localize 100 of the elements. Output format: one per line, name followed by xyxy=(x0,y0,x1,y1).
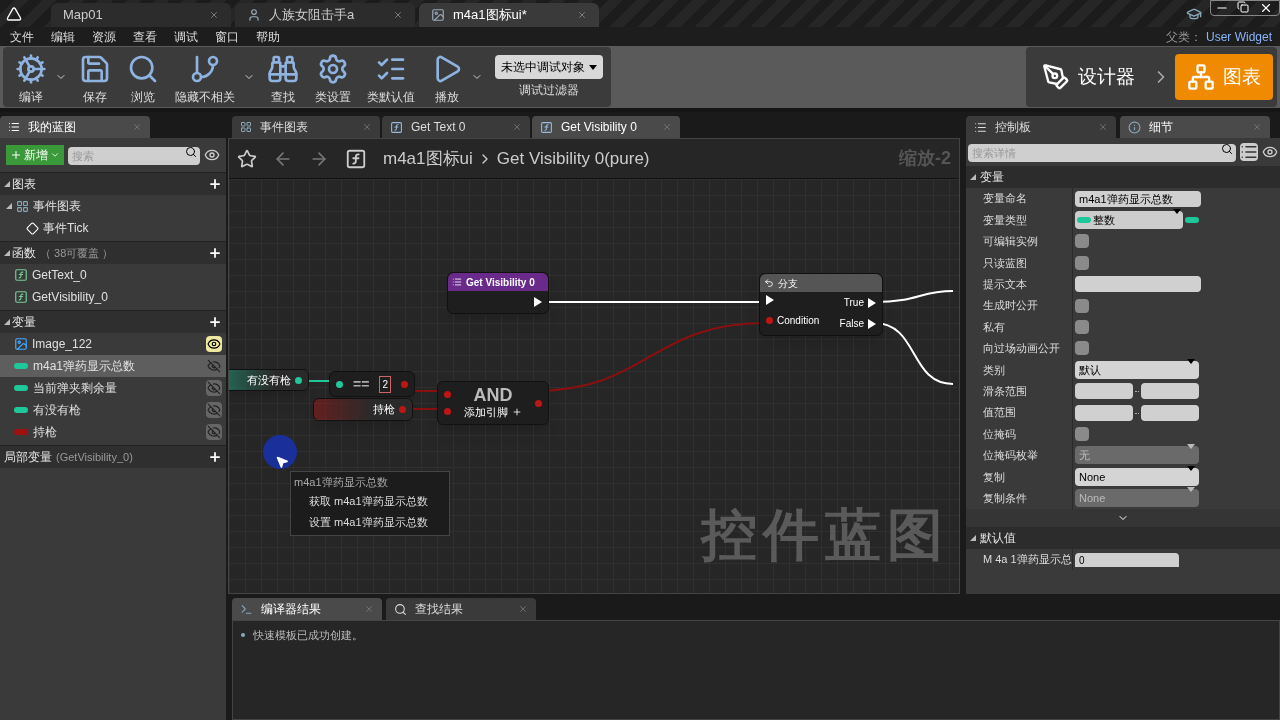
expand-arrow-icon[interactable] xyxy=(4,250,10,256)
range-min-field[interactable] xyxy=(1075,404,1133,421)
tree-item[interactable]: m4a1弹药显示总数 xyxy=(0,355,226,377)
menu-item[interactable]: 调试 xyxy=(174,27,198,46)
function-entry-node[interactable]: Get Visibility 0 xyxy=(447,272,549,314)
menu-item[interactable]: 资源 xyxy=(92,27,116,46)
menu-item[interactable]: 帮助 xyxy=(256,27,280,46)
variable-node[interactable]: 有没有枪 xyxy=(229,369,309,391)
search-icon[interactable] xyxy=(185,146,197,158)
and-node[interactable]: AND 添加引脚 xyxy=(437,381,549,425)
toolbar-button[interactable]: 播放 xyxy=(423,48,471,106)
panel-tab[interactable]: 细节 xyxy=(1120,116,1270,138)
debug-object-select[interactable]: 未选中调试对象 xyxy=(495,55,603,79)
toolbar-button[interactable]: 浏览 xyxy=(119,48,167,106)
panel-tab[interactable]: Get Visibility 0 xyxy=(532,116,680,138)
section-header[interactable]: 函数 （ 38可覆盖 ） xyxy=(0,242,226,264)
document-tab[interactable]: Map01 xyxy=(51,3,231,27)
favorite-star-icon[interactable] xyxy=(237,148,257,169)
expand-arrow-icon[interactable] xyxy=(4,319,10,325)
context-menu-item[interactable]: 设置 m4a1弹药显示总数 xyxy=(291,511,449,533)
range-max-field[interactable] xyxy=(1141,383,1199,400)
tree-item[interactable]: 事件图表 xyxy=(0,195,226,217)
closed-eye-icon[interactable] xyxy=(206,424,222,440)
property-matrix-icon[interactable] xyxy=(1240,143,1258,161)
search-icon[interactable] xyxy=(1221,143,1233,155)
toolbar-button[interactable]: 隐藏不相关 xyxy=(167,48,243,106)
close-icon[interactable] xyxy=(1259,1,1273,15)
tree-item[interactable]: GetVisibility_0 xyxy=(0,286,226,308)
add-icon[interactable] xyxy=(208,246,222,260)
toolbar-button[interactable]: 类设置 xyxy=(307,48,359,106)
context-menu-item[interactable]: 获取 m4a1弹药显示总数 xyxy=(291,490,449,512)
checkbox[interactable] xyxy=(1075,341,1089,356)
checkbox[interactable] xyxy=(1075,255,1089,270)
add-icon[interactable] xyxy=(208,177,222,191)
expand-arrow-icon[interactable] xyxy=(4,181,10,187)
panel-tab[interactable]: 编译器结果 xyxy=(232,598,382,620)
section-header[interactable]: 默认值 xyxy=(966,526,1280,549)
menu-item[interactable]: 查看 xyxy=(133,27,157,46)
section-header[interactable]: 变量 xyxy=(0,311,226,333)
view-options-icon[interactable] xyxy=(1262,144,1278,160)
toolbar-button[interactable]: 编译 xyxy=(7,48,55,106)
view-options-icon[interactable] xyxy=(204,147,220,163)
restore-icon[interactable] xyxy=(1237,1,1249,13)
range-min-field[interactable] xyxy=(1075,383,1133,400)
type-select[interactable]: 整数 xyxy=(1075,211,1183,230)
dropdown-select[interactable]: None xyxy=(1075,467,1199,486)
parent-class-link[interactable]: User Widget xyxy=(1205,27,1272,46)
toolbar-button[interactable]: 查找 xyxy=(259,48,307,106)
section-header[interactable]: 变量 xyxy=(966,166,1280,188)
expand-arrow-icon[interactable] xyxy=(970,534,976,541)
number-field[interactable]: 0 xyxy=(1075,552,1179,567)
exec-pin-icon[interactable] xyxy=(868,297,876,308)
toolbar-button[interactable]: 保存 xyxy=(71,48,119,106)
pin-icon[interactable] xyxy=(295,376,302,384)
panel-tab[interactable]: 事件图表 xyxy=(232,116,380,138)
range-max-field[interactable] xyxy=(1141,404,1199,421)
document-tab[interactable]: m4a1图标ui* xyxy=(419,3,599,27)
add-icon[interactable] xyxy=(208,315,222,329)
add-new-button[interactable]: 新增 xyxy=(6,145,64,165)
checkbox[interactable] xyxy=(1075,234,1089,249)
compare-node[interactable]: == 2 xyxy=(329,371,415,397)
eye-icon[interactable] xyxy=(206,336,222,352)
menu-item[interactable]: 窗口 xyxy=(215,27,239,46)
mode-button[interactable]: 设计器 xyxy=(1030,54,1147,100)
expand-arrow-icon[interactable] xyxy=(970,174,976,180)
branch-node[interactable]: 分支 Condition True False xyxy=(759,273,883,336)
panel-tab[interactable]: 控制板 xyxy=(966,116,1116,138)
checkbox[interactable] xyxy=(1075,298,1089,313)
closed-eye-icon[interactable] xyxy=(206,358,222,374)
tree-item[interactable]: GetText_0 xyxy=(0,264,226,286)
panel-tab[interactable]: 我的蓝图 xyxy=(0,116,150,138)
exec-pin-icon[interactable] xyxy=(868,318,876,329)
panel-tab[interactable]: 查找结果 xyxy=(386,598,536,620)
variable-node[interactable]: 持枪 xyxy=(313,398,413,421)
closed-eye-icon[interactable] xyxy=(206,380,222,396)
text-field[interactable] xyxy=(1075,276,1201,293)
section-header[interactable]: 图表 xyxy=(0,173,226,195)
panel-tab[interactable]: Get Text 0 xyxy=(382,116,530,138)
section-header[interactable]: 局部变量 (GetVisibility_0) xyxy=(0,446,226,468)
tree-item[interactable]: 事件Tick xyxy=(0,217,226,239)
exec-pin-icon[interactable] xyxy=(766,295,774,305)
menu-item[interactable]: 编辑 xyxy=(51,27,75,46)
plus-icon[interactable] xyxy=(512,407,522,417)
menu-item[interactable]: 文件 xyxy=(10,27,34,46)
document-tab[interactable]: 人族女阻击手a xyxy=(235,3,415,27)
dropdown-select[interactable]: 默认 xyxy=(1075,360,1199,379)
expand-arrow-icon[interactable] xyxy=(6,203,12,209)
checkbox[interactable] xyxy=(1075,427,1089,441)
toolbar-button[interactable]: 类默认值 xyxy=(359,48,423,106)
tree-item[interactable]: 持枪 xyxy=(0,421,226,443)
tree-item[interactable]: 有没有枪 xyxy=(0,399,226,421)
tutorial-cap-icon[interactable] xyxy=(1186,6,1202,22)
checkbox[interactable] xyxy=(1075,320,1089,335)
tree-item[interactable]: 当前弹夹剩余量 xyxy=(0,377,226,399)
text-field[interactable]: m4a1弹药显示总数 xyxy=(1075,190,1201,207)
exec-pin-icon[interactable] xyxy=(534,297,542,307)
closed-eye-icon[interactable] xyxy=(206,402,222,418)
breadcrumb-item[interactable]: m4a1图标ui xyxy=(383,145,473,172)
pin-icon[interactable] xyxy=(336,380,343,388)
breadcrumb-item[interactable]: Get Visibility 0(pure) xyxy=(496,145,650,172)
